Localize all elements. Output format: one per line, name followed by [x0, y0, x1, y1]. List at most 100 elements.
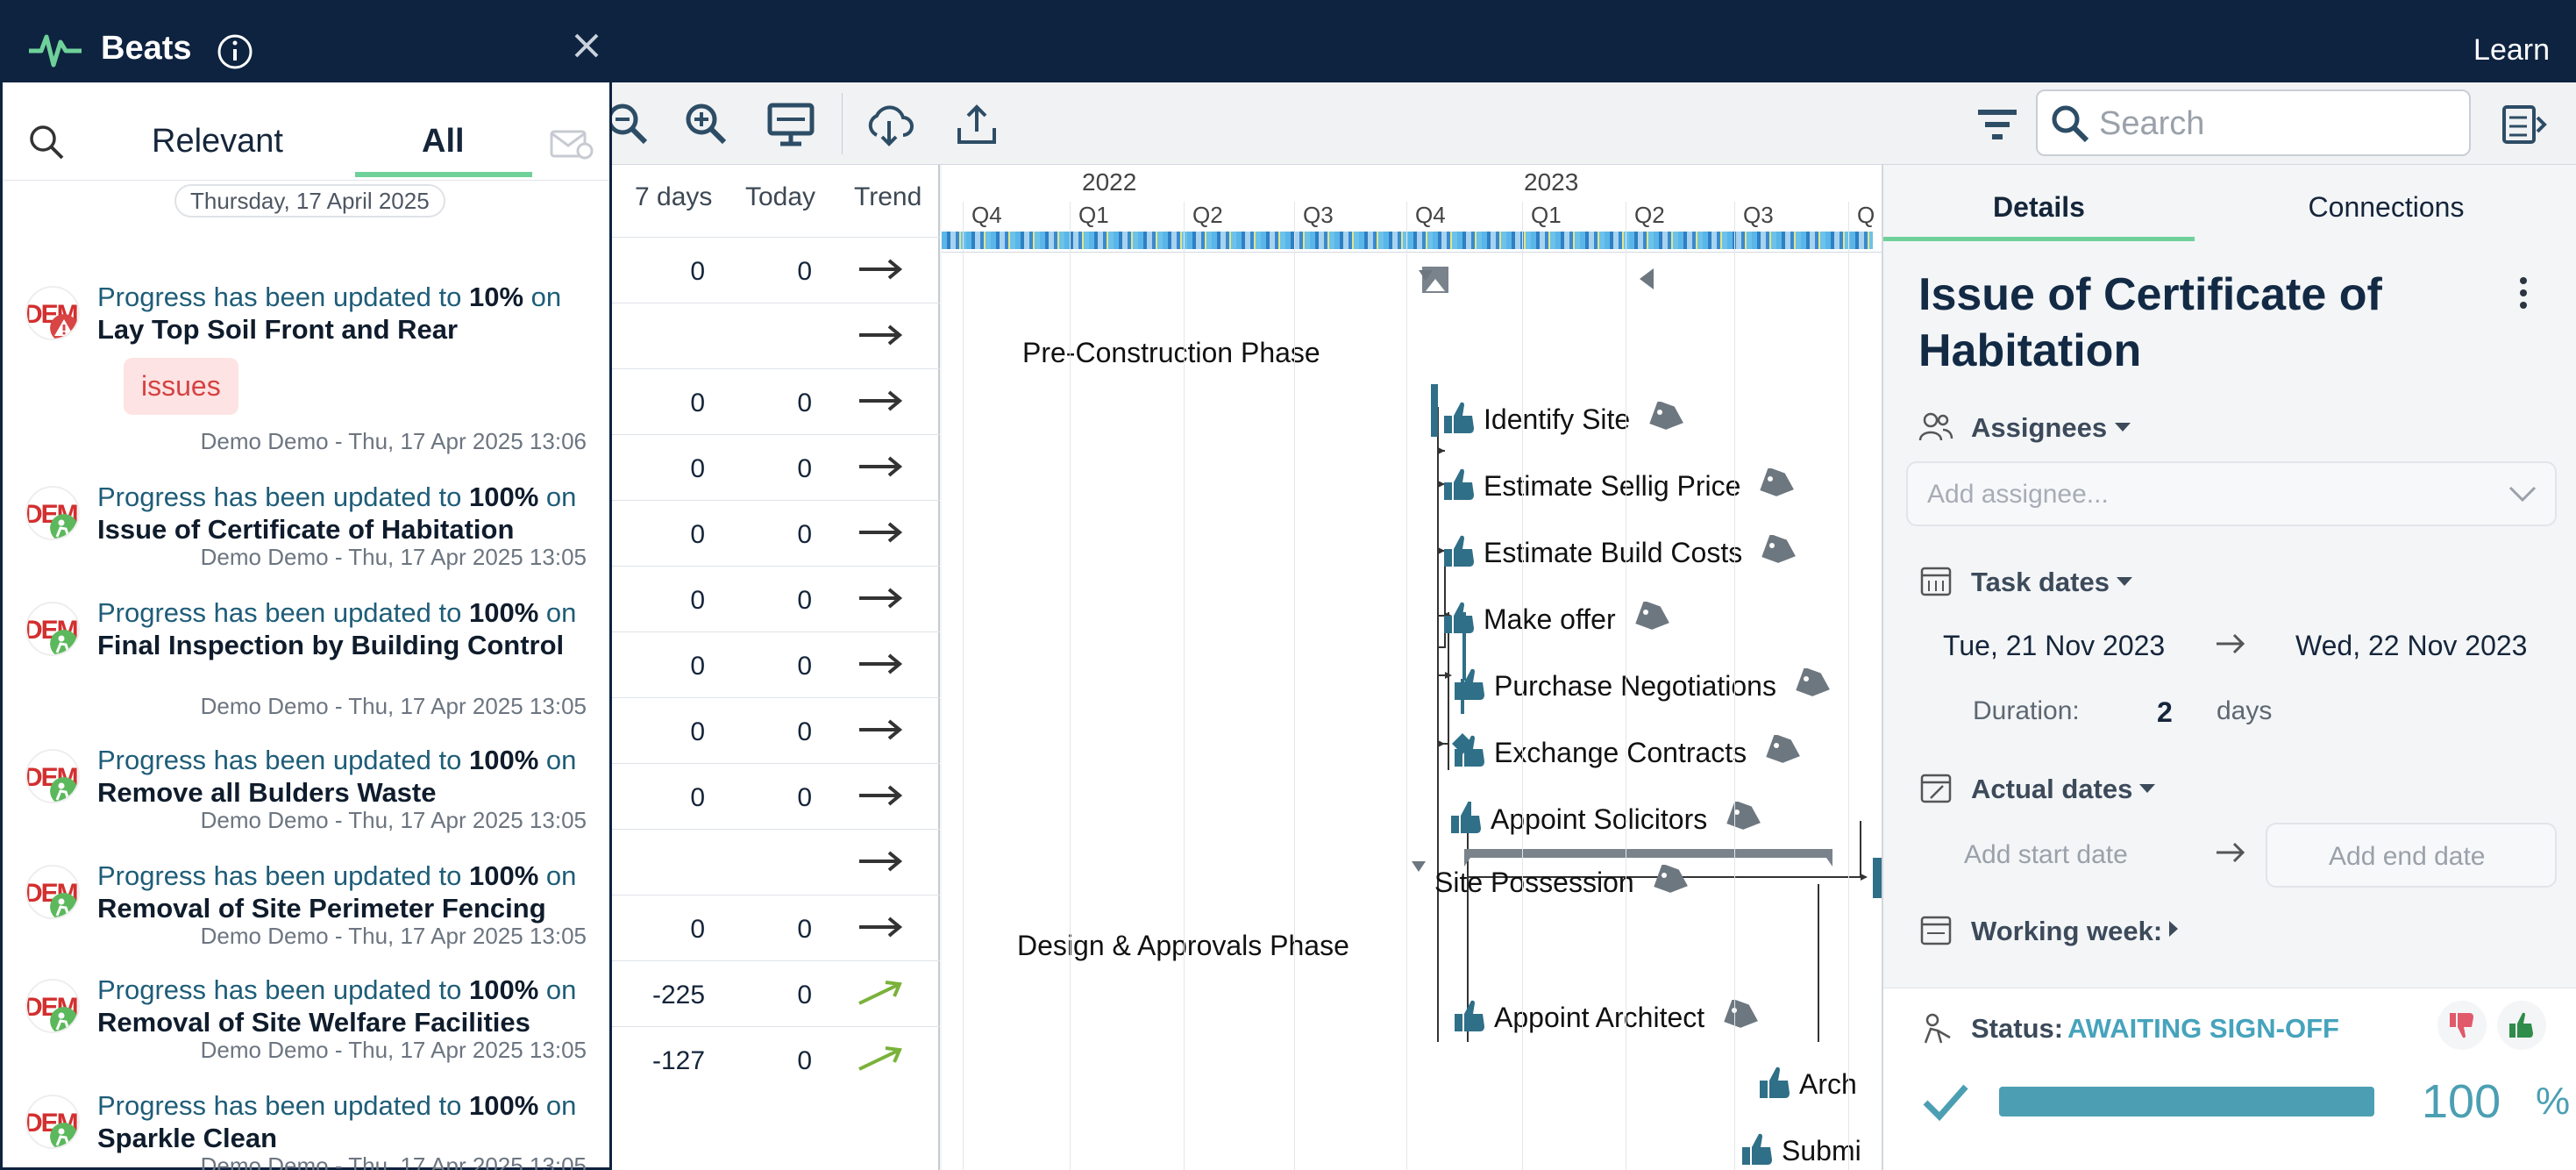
gantt-task[interactable]: Site Possession [1434, 863, 1692, 901]
task-label[interactable]: Exchange Contracts [1494, 737, 1747, 769]
gantt-task[interactable]: Identify Site [1441, 400, 1688, 439]
chevron-down-icon[interactable] [2115, 575, 2134, 588]
gantt-task[interactable]: Estimate Build Costs [1441, 533, 1800, 573]
gantt-task[interactable]: Arch [1757, 1065, 1857, 1104]
actual-dates-label[interactable]: Actual dates [1971, 774, 2132, 805]
beat-task[interactable]: Issue of Certificate of Habitation [97, 514, 514, 545]
more-options-icon[interactable] [2515, 275, 2532, 310]
avatar[interactable]: DEMO [25, 486, 80, 540]
beat-task[interactable]: Removal of Site Perimeter Fencing [97, 893, 546, 924]
beat-task[interactable]: Sparkle Clean [97, 1123, 277, 1153]
task-label[interactable]: Make offer [1484, 603, 1616, 636]
avatar[interactable]: DEMO [25, 979, 80, 1033]
beat-message[interactable]: Progress has been updated to 100% on Rem… [97, 860, 606, 924]
mark-read-icon[interactable] [550, 130, 594, 160]
beat-message[interactable]: Progress has been updated to 100% on Iss… [97, 481, 606, 546]
beat-task[interactable]: Remove all Bulders Waste [97, 777, 437, 808]
approve-button[interactable] [2497, 1001, 2546, 1050]
tag-icon[interactable] [1649, 400, 1688, 438]
end-date-field[interactable]: Add end date [2266, 823, 2557, 888]
grid-row[interactable]: -225 0 [610, 960, 940, 1026]
task-label[interactable]: Appoint Solicitors [1491, 803, 1707, 836]
beat-task[interactable]: Lay Top Soil Front and Rear [97, 314, 458, 345]
tab-details[interactable]: Details [1883, 191, 2195, 224]
task-label[interactable]: Submi [1782, 1135, 1861, 1167]
tag-icon[interactable] [1760, 467, 1798, 504]
filter-icon[interactable] [1973, 100, 2022, 149]
gantt-phase[interactable]: Pre-Construction Phase [1022, 337, 1320, 369]
chevron-down-icon[interactable] [2138, 782, 2157, 795]
learn-link[interactable]: Learn [2473, 33, 2550, 68]
task-label[interactable]: Site Possession [1434, 867, 1634, 899]
beats-tab-relevant[interactable]: Relevant [152, 123, 283, 161]
assignee-input[interactable] [1927, 475, 2488, 514]
upload-icon[interactable] [952, 100, 1001, 149]
thumbs-up-icon[interactable] [1740, 1131, 1775, 1170]
grid-row[interactable]: 00 [610, 500, 940, 566]
thumbs-up-icon[interactable] [1448, 800, 1484, 839]
task-label[interactable]: Pre-Construction Phase [1022, 337, 1320, 369]
thumbs-up-icon[interactable] [1441, 467, 1477, 506]
add-start-date-button[interactable]: Add start date [1964, 840, 2128, 870]
tag-icon[interactable] [1653, 863, 1692, 901]
gantt-task[interactable]: Estimate Sellig Price [1441, 467, 1798, 506]
search-icon[interactable] [27, 123, 66, 161]
gantt-task[interactable]: Make offer [1441, 600, 1674, 639]
add-end-date-button[interactable]: Add end date [2329, 842, 2486, 872]
beat-message[interactable]: Progress has been updated to 100% on Rem… [97, 744, 606, 809]
zoom-in-icon[interactable] [682, 100, 731, 149]
thumbs-up-icon[interactable] [1452, 733, 1487, 773]
gantt-task[interactable]: Submi [1740, 1131, 1861, 1170]
gantt-task[interactable]: Appoint Solicitors [1448, 800, 1765, 839]
search-input[interactable] [2099, 102, 2450, 146]
column-header-trend[interactable]: Trend [854, 182, 922, 212]
thumbs-up-icon[interactable] [1757, 1065, 1792, 1104]
status-value[interactable]: AWAITING SIGN-OFF [2067, 1013, 2339, 1045]
info-icon[interactable] [217, 33, 253, 70]
task-label[interactable]: Identify Site [1484, 403, 1630, 436]
assignees-label[interactable]: Assignees [1971, 412, 2107, 444]
avatar[interactable]: DEMO [25, 865, 80, 919]
beats-tab-all[interactable]: All [422, 123, 465, 161]
grid-row[interactable]: 00 [610, 566, 940, 631]
avatar[interactable]: DEMO [25, 749, 80, 803]
tag-icon[interactable] [1761, 533, 1800, 571]
beat-task[interactable]: Removal of Site Welfare Facilities [97, 1007, 530, 1038]
duration-value[interactable]: 2 [2157, 696, 2173, 729]
close-icon[interactable] [573, 32, 601, 60]
beat-task[interactable]: Final Inspection by Building Control [97, 630, 564, 660]
working-week-label[interactable]: Working week: [1971, 916, 2162, 947]
thumbs-up-icon[interactable] [1441, 600, 1477, 639]
tag-icon[interactable] [1724, 998, 1762, 1036]
beat-message[interactable]: Progress has been updated to 10% on Lay … [97, 281, 606, 346]
progress-value[interactable]: 100 [2422, 1074, 2501, 1129]
tab-connections[interactable]: Connections [2195, 191, 2576, 224]
tag-icon[interactable] [1766, 733, 1804, 771]
grid-row[interactable]: 00 [610, 763, 940, 829]
grid-row[interactable]: 00 [610, 237, 940, 303]
thumbs-up-icon[interactable] [1441, 400, 1477, 439]
chevron-right-icon[interactable] [2167, 919, 2180, 938]
end-date[interactable]: Wed, 22 Nov 2023 [2295, 630, 2527, 662]
gantt-task[interactable]: Purchase Negotiations [1452, 667, 1834, 706]
grid-row[interactable]: -127 0 [610, 1026, 940, 1092]
grid-row[interactable]: 00 [610, 368, 940, 434]
beat-message[interactable]: Progress has been updated to 100% on Rem… [97, 974, 606, 1038]
thumbs-up-icon[interactable] [1452, 998, 1487, 1038]
column-header-today[interactable]: Today [745, 182, 815, 212]
thumbs-up-icon[interactable] [1441, 533, 1477, 573]
panel-toggle-icon[interactable] [2499, 100, 2548, 149]
grid-row[interactable] [610, 829, 940, 895]
grid-row[interactable]: 00 [610, 631, 940, 697]
thumbs-up-icon[interactable] [1452, 667, 1487, 706]
progress-bar[interactable] [1999, 1087, 2374, 1116]
tag-icon[interactable] [1634, 600, 1674, 638]
tag-icon[interactable] [1796, 667, 1834, 704]
checkmark-icon[interactable] [1922, 1081, 1969, 1122]
avatar[interactable]: DEMO [25, 1095, 80, 1149]
beat-message[interactable]: Progress has been updated to 100% on Spa… [97, 1089, 606, 1154]
grid-row[interactable] [610, 303, 940, 368]
beat-message[interactable]: Progress has been updated to 100% on Fin… [97, 596, 606, 661]
chevron-down-icon[interactable] [2508, 484, 2537, 505]
grid-row[interactable]: 00 [610, 697, 940, 763]
